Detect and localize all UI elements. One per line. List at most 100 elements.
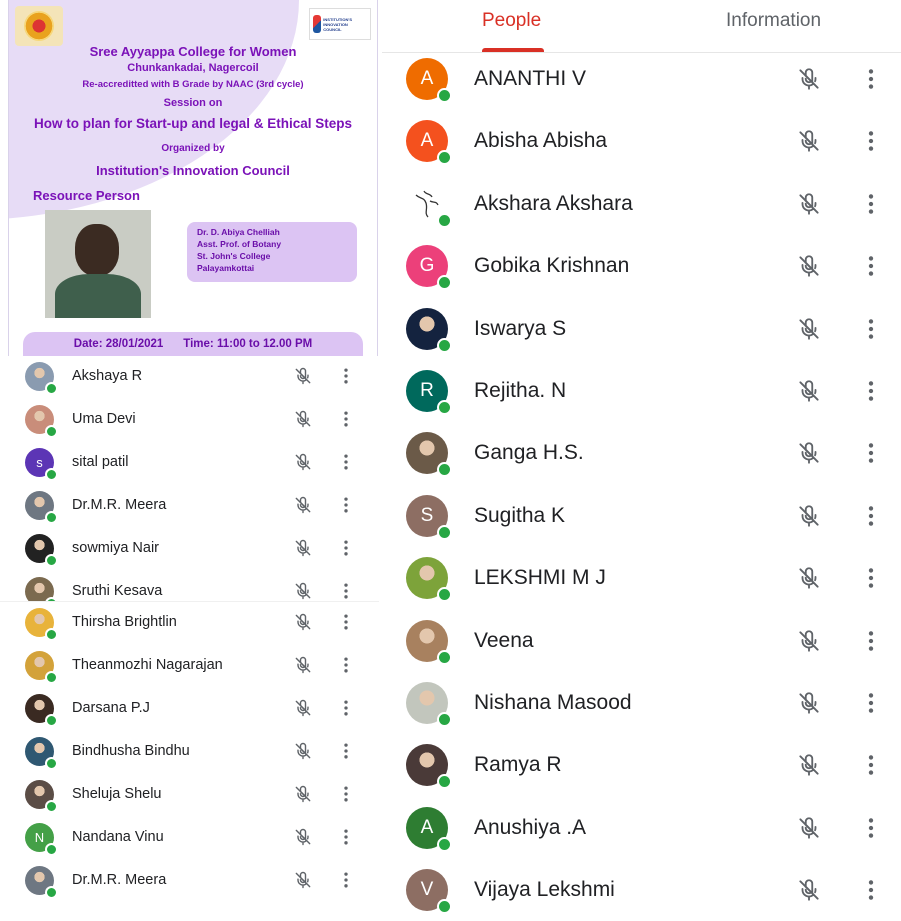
- participant-row[interactable]: Akshaya R: [0, 356, 380, 399]
- poster-time: Time: 11:00 to 12.00 PM: [183, 338, 313, 350]
- online-indicator: [45, 511, 58, 524]
- participant-row[interactable]: Iswarya S: [382, 298, 901, 360]
- more-vert-icon[interactable]: [340, 655, 352, 675]
- participant-row[interactable]: Darsana P.J: [0, 688, 380, 731]
- participant-row[interactable]: Dr.M.R. Meera: [0, 485, 380, 528]
- more-vert-icon[interactable]: [340, 366, 352, 386]
- participant-name: Abisha Abisha: [474, 129, 608, 153]
- participant-row[interactable]: N Nandana Vinu: [0, 817, 380, 860]
- more-vert-icon[interactable]: [340, 495, 352, 515]
- mic-off-icon: [796, 752, 822, 778]
- participant-name: Darsana P.J: [72, 700, 150, 716]
- participant-row[interactable]: Sruthi Kesava: [0, 571, 380, 602]
- mic-off-icon: [796, 316, 822, 342]
- participant-row[interactable]: A ANANTHI V: [382, 48, 901, 110]
- online-indicator: [45, 628, 58, 641]
- more-vert-icon[interactable]: [864, 503, 878, 529]
- more-vert-icon[interactable]: [864, 253, 878, 279]
- online-indicator: [437, 587, 452, 603]
- mic-off-icon: [796, 191, 822, 217]
- participant-row[interactable]: Theanmozhi Nagarajan: [0, 645, 380, 688]
- online-indicator: [437, 88, 452, 103]
- more-vert-icon[interactable]: [864, 191, 878, 217]
- more-vert-icon[interactable]: [340, 784, 352, 804]
- participant-row[interactable]: sowmiya Nair: [0, 528, 380, 571]
- more-vert-icon[interactable]: [864, 440, 878, 466]
- mic-off-icon: [293, 612, 313, 632]
- participant-name: Akshara Akshara: [474, 191, 633, 215]
- avatar-initial: s: [36, 455, 43, 470]
- more-vert-icon[interactable]: [864, 877, 878, 903]
- participant-row[interactable]: Sheluja Shelu: [0, 774, 380, 817]
- participant-row[interactable]: Thirsha Brightlin: [0, 602, 380, 645]
- more-vert-icon[interactable]: [340, 612, 352, 632]
- participant-row[interactable]: Veena: [382, 610, 901, 672]
- participant-row[interactable]: Nishana Masood: [382, 672, 901, 734]
- speaker-role: Asst. Prof. of Botany: [197, 239, 282, 249]
- mic-off-icon: [293, 698, 313, 718]
- speaker-city: Palayamkottai: [197, 263, 255, 273]
- speaker-name: Dr. D. Abiya Chelliah: [197, 227, 280, 237]
- more-vert-icon[interactable]: [864, 66, 878, 92]
- participant-row[interactable]: LEKSHMI M J: [382, 547, 901, 609]
- poster-accreditation: Re-accreditted with B Grade by NAAC (3rd…: [82, 79, 304, 90]
- people-panel: People Information A ANANTHI V A Abisha Abi…: [382, 0, 901, 915]
- poster-date: Date: 28/01/2021: [73, 338, 164, 350]
- participant-row[interactable]: G Gobika Krishnan: [382, 235, 901, 297]
- more-vert-icon[interactable]: [340, 538, 352, 558]
- participant-row[interactable]: S Sugitha K: [382, 485, 901, 547]
- participant-row[interactable]: A Abisha Abisha: [382, 110, 901, 172]
- avatar-initial: S: [420, 504, 434, 526]
- mic-off-icon: [293, 741, 313, 761]
- avatar-initial: R: [420, 380, 434, 401]
- participant-row[interactable]: Akshara Akshara: [382, 173, 901, 235]
- participant-name: Iswarya S: [474, 316, 567, 340]
- participant-name: Gobika Krishnan: [474, 254, 630, 278]
- participant-row[interactable]: s sital patil: [0, 442, 380, 485]
- online-indicator: [437, 275, 452, 291]
- more-vert-icon[interactable]: [340, 741, 352, 761]
- online-indicator: [437, 462, 452, 478]
- participant-row[interactable]: Ganga H.S.: [382, 422, 901, 484]
- participant-row[interactable]: R Rejitha. N: [382, 360, 901, 422]
- online-indicator: [45, 714, 58, 727]
- mic-off-icon: [293, 581, 313, 601]
- participant-name: Sugitha K: [474, 503, 566, 527]
- participant-row[interactable]: Dr.M.R. Meera: [0, 860, 380, 903]
- online-indicator: [437, 649, 452, 665]
- more-vert-icon[interactable]: [864, 565, 878, 591]
- more-vert-icon[interactable]: [864, 815, 878, 841]
- participant-name: ANANTHI V: [474, 67, 587, 90]
- online-indicator: [45, 554, 58, 567]
- more-vert-icon[interactable]: [340, 409, 352, 429]
- participant-name: Dr.M.R. Meera: [72, 497, 167, 513]
- mic-off-icon: [796, 128, 822, 154]
- more-vert-icon[interactable]: [864, 690, 878, 716]
- more-vert-icon[interactable]: [340, 870, 352, 890]
- tab-information[interactable]: Information: [726, 10, 821, 32]
- mic-off-icon: [293, 870, 313, 890]
- tab-people[interactable]: People: [482, 10, 541, 32]
- more-vert-icon[interactable]: [864, 316, 878, 342]
- participant-name: Nishana Masood: [474, 691, 632, 714]
- speaker-photo: [45, 210, 151, 318]
- more-vert-icon[interactable]: [340, 827, 352, 847]
- participant-row[interactable]: Ramya R: [382, 734, 901, 796]
- participant-row[interactable]: V Vijaya Lekshmi: [382, 859, 901, 921]
- more-vert-icon[interactable]: [864, 752, 878, 778]
- more-vert-icon[interactable]: [864, 628, 878, 654]
- participant-row[interactable]: A Anushiya .A: [382, 797, 901, 859]
- more-vert-icon[interactable]: [340, 698, 352, 718]
- more-vert-icon[interactable]: [864, 128, 878, 154]
- poster-college: Sree Ayyappa College for Women: [89, 44, 297, 59]
- participant-row[interactable]: Uma Devi: [0, 399, 380, 442]
- more-vert-icon[interactable]: [864, 378, 878, 404]
- participant-name: Vijaya Lekshmi: [474, 878, 615, 902]
- online-indicator: [45, 843, 58, 856]
- participant-name: Veena: [474, 628, 534, 652]
- participant-row[interactable]: Bindhusha Bindhu: [0, 731, 380, 774]
- participant-name: Akshaya R: [72, 368, 143, 384]
- more-vert-icon[interactable]: [340, 581, 352, 601]
- session-poster: INSTITUTION'S INNOVATION COUNCIL Sree Ay…: [8, 0, 378, 356]
- more-vert-icon[interactable]: [340, 452, 352, 472]
